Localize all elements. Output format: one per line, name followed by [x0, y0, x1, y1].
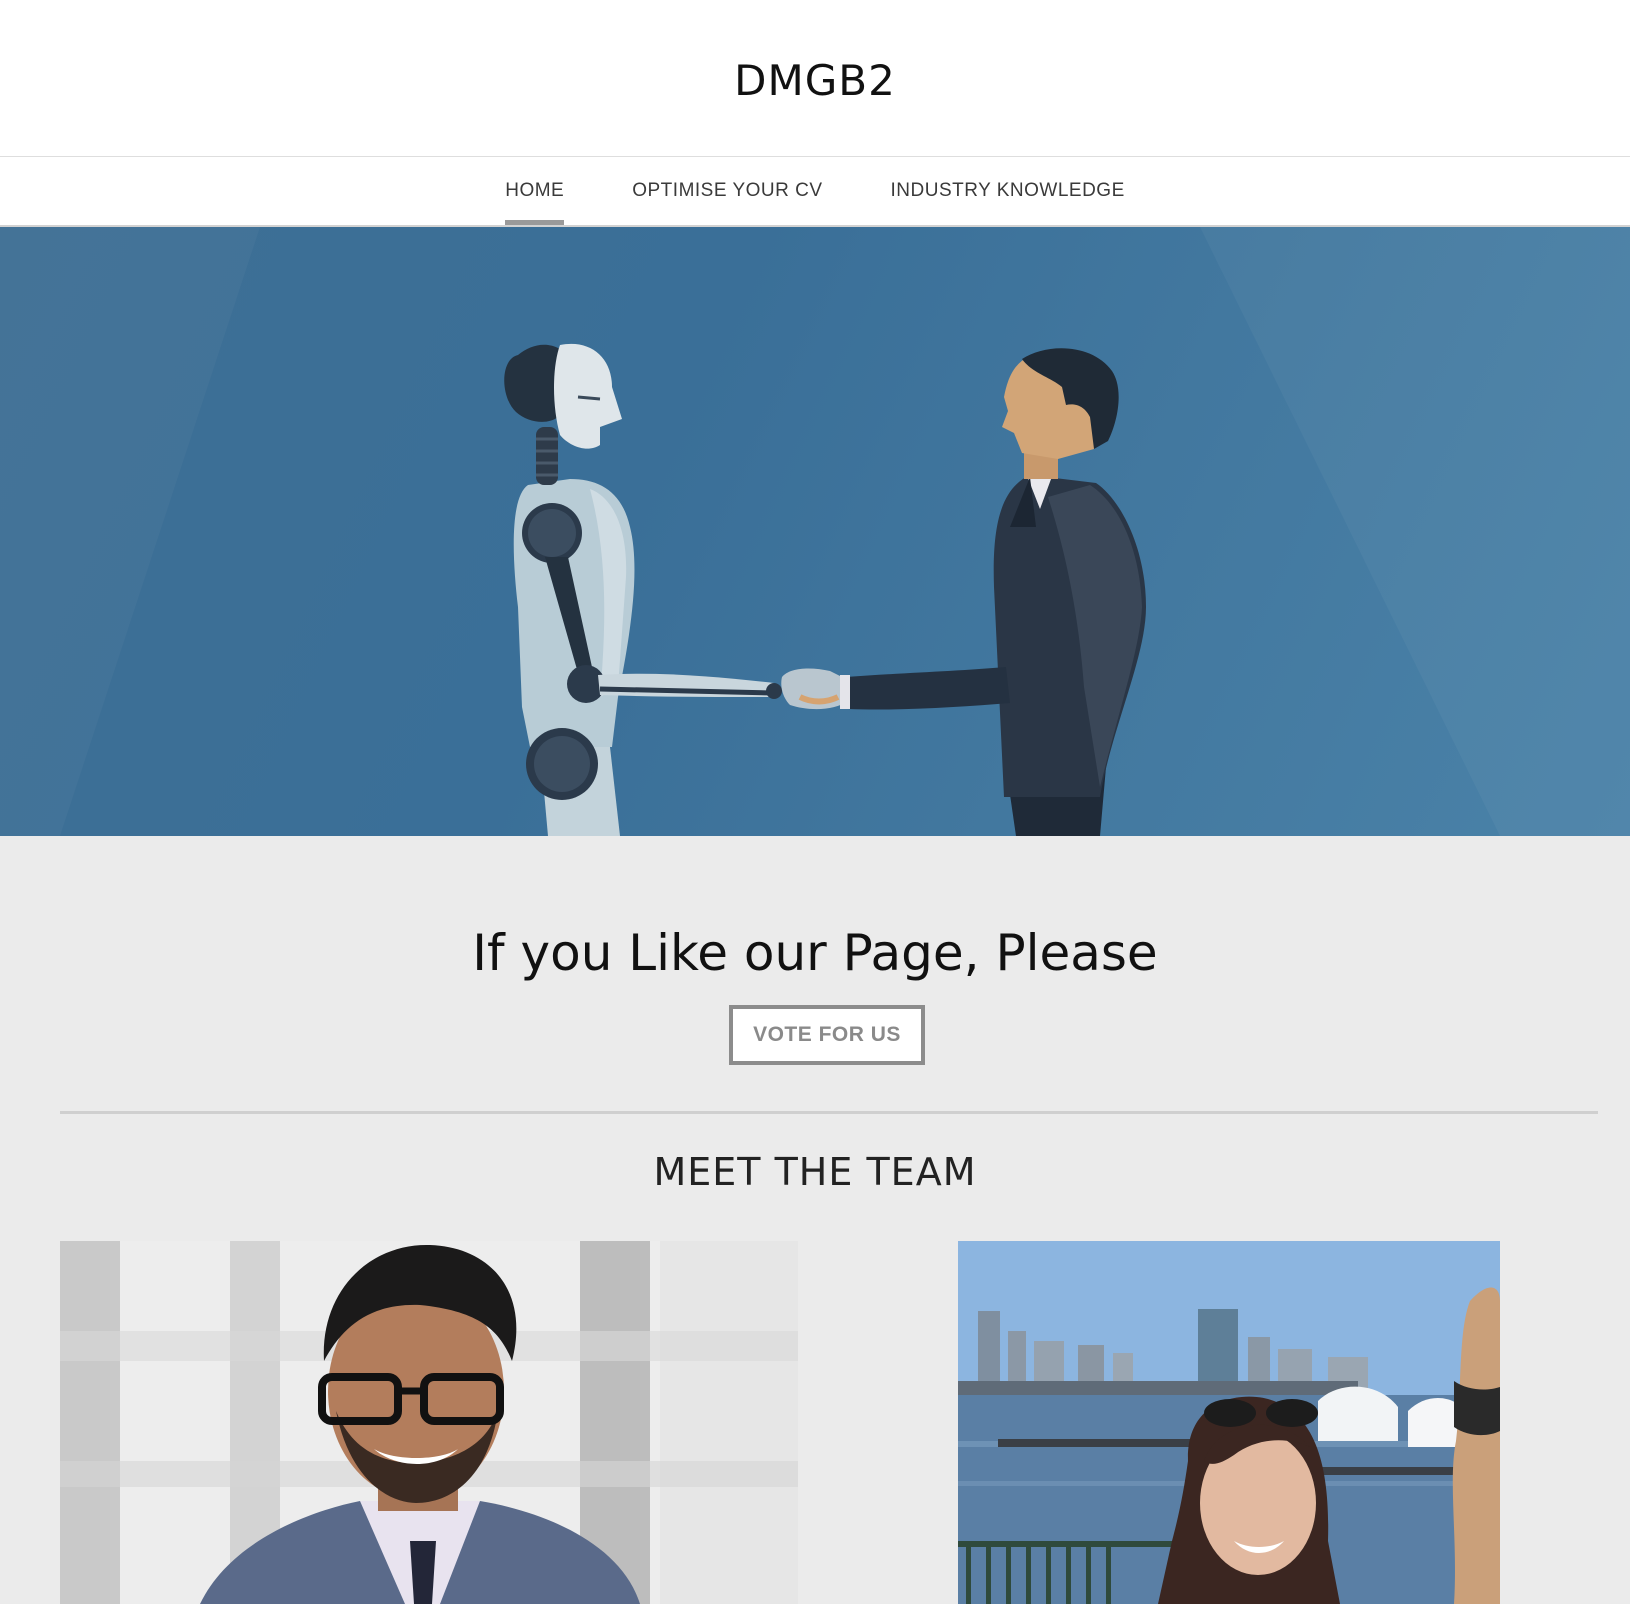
nav-item-industry-knowledge[interactable]: INDUSTRY KNOWLEDGE [891, 157, 1125, 225]
nav-item-home[interactable]: HOME [505, 157, 565, 225]
team-member-photo-2[interactable] [958, 1241, 1500, 1604]
hero-banner [0, 227, 1630, 836]
robot-handshake-illustration [504, 227, 1630, 836]
cta-heading: If you Like our Page, Please [472, 924, 1158, 982]
site-header: DMGB2 [0, 0, 1630, 157]
team-heading: MEET THE TEAM [653, 1150, 977, 1194]
nav-item-optimise-cv[interactable]: OPTIMISE YOUR CV [632, 157, 822, 225]
woman-portrait-image [958, 1241, 1500, 1604]
man-portrait-image [60, 1241, 798, 1604]
site-title[interactable]: DMGB2 [0, 56, 1630, 105]
section-divider [60, 1111, 1598, 1114]
main-nav: HOME OPTIMISE YOUR CV INDUSTRY KNOWLEDGE [0, 157, 1630, 227]
vote-for-us-button[interactable]: VOTE FOR US [729, 1005, 925, 1065]
team-member-photo-1[interactable] [60, 1241, 798, 1604]
businessman-figure [840, 348, 1146, 836]
robot-figure [504, 343, 782, 836]
